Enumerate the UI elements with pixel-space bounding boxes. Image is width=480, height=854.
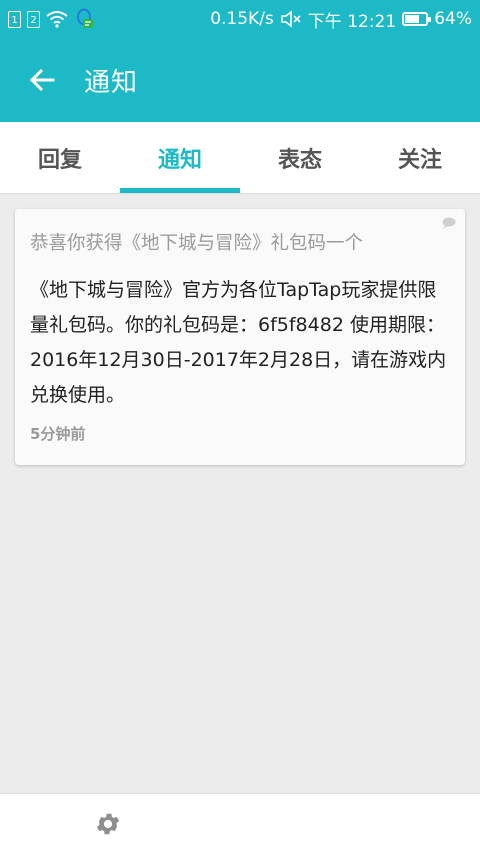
app-bar: 通知 <box>0 38 480 122</box>
qq-icon <box>77 8 93 28</box>
status-bar: 1 2 0.15K/s 下午 12:21 64% <box>0 0 480 38</box>
wifi-icon <box>46 11 68 28</box>
tab-reactions[interactable]: 表态 <box>240 122 360 193</box>
settings-button[interactable] <box>92 808 124 840</box>
status-left: 1 2 <box>8 8 94 30</box>
back-arrow-icon <box>29 68 55 92</box>
network-speed: 0.15K/s <box>210 9 274 29</box>
notification-card[interactable]: 恭喜你获得《地下城与冒险》礼包码一个 《地下城与冒险》官方为各位TapTap玩家… <box>15 209 465 465</box>
notification-title: 恭喜你获得《地下城与冒险》礼包码一个 <box>30 233 364 254</box>
mute-icon <box>280 10 301 28</box>
status-right: 0.15K/s 下午 12:21 64% <box>210 7 472 32</box>
tab-bar: 回复 通知 表态 关注 <box>0 122 480 194</box>
sim2-icon: 2 <box>27 10 40 28</box>
gear-icon <box>96 813 120 835</box>
battery-icon <box>402 12 432 26</box>
back-button[interactable] <box>0 38 84 122</box>
bottom-bar <box>0 793 480 854</box>
sim1-icon: 1 <box>8 10 21 28</box>
notification-body: 《地下城与冒险》官方为各位TapTap玩家提供限量礼包码。你的礼包码是：6f5f… <box>30 279 447 406</box>
tab-notifications[interactable]: 通知 <box>120 122 240 193</box>
battery-fill <box>405 15 420 23</box>
battery-percent: 64% <box>434 9 472 29</box>
tab-following[interactable]: 关注 <box>360 122 480 193</box>
notification-time: 5分钟前 <box>30 425 86 443</box>
tab-replies[interactable]: 回复 <box>0 122 120 193</box>
clock: 下午 12:21 <box>307 11 397 32</box>
page-title: 通知 <box>84 67 139 98</box>
comment-icon <box>442 217 456 229</box>
